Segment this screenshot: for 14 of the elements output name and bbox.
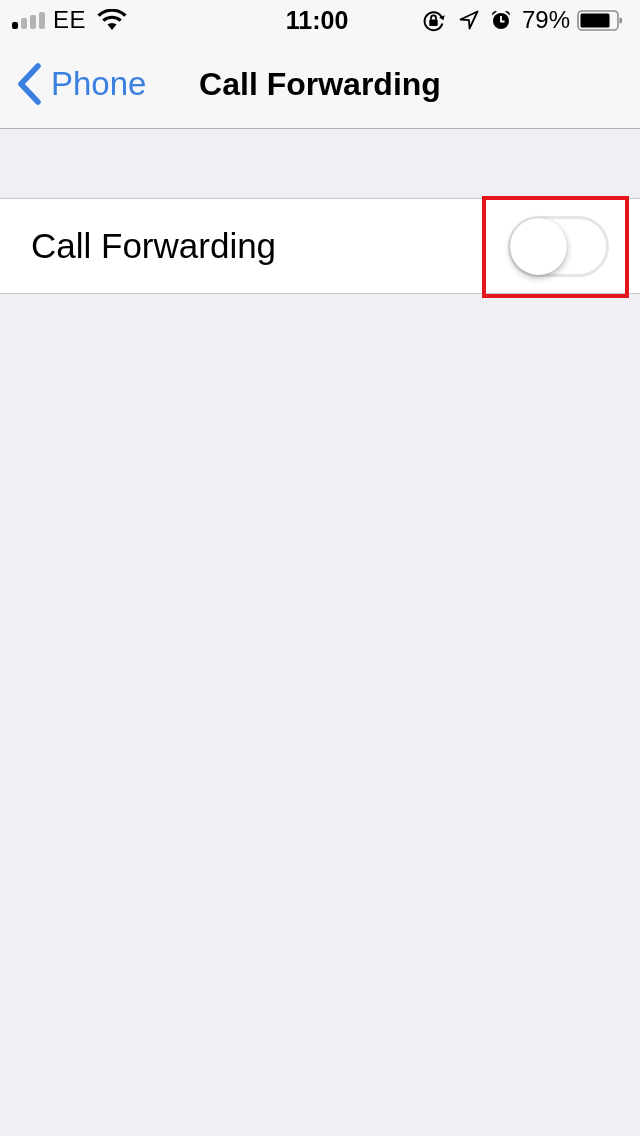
battery-icon [577,9,622,31]
signal-icon [12,11,45,29]
setting-label: Call Forwarding [31,226,277,266]
rotation-lock-icon [421,8,445,32]
status-time: 11:00 [285,5,349,35]
nav-title: Call Forwarding [199,65,441,103]
toggle-switch[interactable] [508,215,609,277]
location-arrow-icon [458,10,479,30]
alarm-clock-icon [490,10,511,30]
carrier-name: EE [53,6,86,34]
back-chevron-icon [16,63,42,105]
wifi-icon [97,9,127,31]
back-button[interactable]: Phone [0,54,147,114]
battery-percentage: 79% [521,6,570,34]
